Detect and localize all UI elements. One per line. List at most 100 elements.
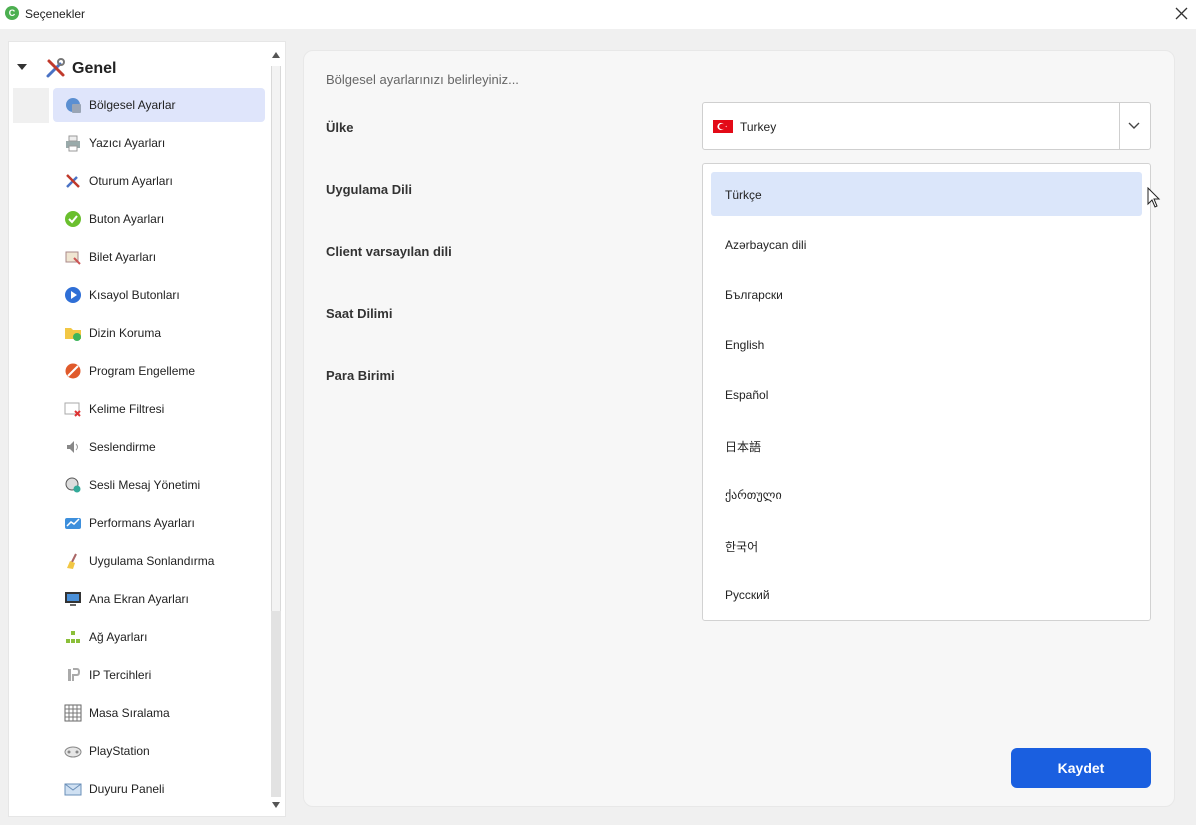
folder-shield-icon [65,328,81,341]
sidebar-item-kısayol-butonları[interactable]: Kısayol Butonları [53,278,265,312]
language-option-label: 日本語 [725,440,762,454]
sidebar-item-buton-ayarları[interactable]: Buton Ayarları [53,202,265,236]
language-option[interactable]: Azərbaycan dili [711,222,1142,266]
sidebar-item-masa-sıralama[interactable]: Masa Sıralama [53,696,265,730]
sidebar-item-label: Kısayol Butonları [89,288,180,302]
currency-label: Para Birimi [326,368,395,383]
envelope-icon [64,783,82,796]
language-option[interactable]: Български [711,272,1142,316]
sidebar-item-label: Ağ Ayarları [89,630,148,644]
network-icon [66,631,80,643]
mouse-pointer-icon [1147,187,1161,208]
sidebar-item-label: IP Tercihleri [89,668,152,682]
sidebar-item-uygulama-sonlandırma[interactable]: Uygulama Sonlandırma [53,544,265,578]
language-option-label: English [725,338,765,352]
tools-icon [66,174,80,188]
sidebar-item-playstation[interactable]: PlayStation [53,734,265,768]
sidebar-item-duyuru-paneli[interactable]: Duyuru Paneli [53,772,265,806]
tree-root-genel[interactable]: Genel [9,52,269,84]
app-language-label: Uygulama Dili [326,182,412,197]
sidebar-item-bölgesel-ayarlar[interactable]: Bölgesel Ayarlar [53,88,265,122]
printer-icon [66,135,80,152]
play-icon [65,287,81,303]
sidebar-item-label: Kelime Filtresi [89,402,165,416]
sidebar-item-label: Ana Ekran Ayarları [89,592,189,606]
language-dropdown-list: Türkçe Azərbaycan dili Български English Esp… [702,163,1151,621]
sidebar-item-ağ-ayarları[interactable]: Ağ Ayarları [53,620,265,654]
chevron-down-icon[interactable] [1127,120,1141,132]
language-option-label: Español [725,388,769,402]
sidebar-item-label: Seslendirme [89,440,156,454]
save-button[interactable]: Kaydet [1011,748,1151,788]
sidebar-item-ana-ekran-ayarları[interactable]: Ana Ekran Ayarları [53,582,265,616]
sidebar-item-kelime-filtresi[interactable]: Kelime Filtresi [53,392,265,426]
scrollbar-track-lower[interactable] [271,611,281,797]
globe-settings-icon [66,98,81,113]
sidebar: Genel Bölgesel Ayarlar Yazıcı Ayarları Otu… [8,41,286,817]
turkey-flag-icon [713,120,733,133]
language-option-label: Български [725,288,783,302]
sidebar-item-label: Masa Sıralama [89,706,170,720]
language-option-label: 한국어 [725,540,759,554]
block-icon [65,363,81,379]
sidebar-scrollbar[interactable] [269,46,283,816]
title-bar: C Seçenekler [0,0,1196,29]
language-option-label: Türkçe [725,188,762,202]
sidebar-item-label: Bilet Ayarları [89,250,157,264]
timezone-label: Saat Dilimi [326,306,393,321]
tree-root-label: Genel [72,60,117,77]
sidebar-item-seslendirme[interactable]: Seslendirme [53,430,265,464]
panel-hint: Bölgesel ayarlarınızı belirleyiniz... [326,72,519,87]
sidebar-item-label: Duyuru Paneli [89,782,165,796]
close-button[interactable] [1170,3,1192,25]
language-option-label: ქართული [725,488,782,502]
speaker-icon [67,441,78,453]
sidebar-item-yazıcı-ayarları[interactable]: Yazıcı Ayarları [53,126,265,160]
sidebar-item-program-engelleme[interactable]: Program Engelleme [53,354,265,388]
sidebar-item-label: Bölgesel Ayarlar [89,98,176,112]
country-value: Turkey [740,120,777,134]
sidebar-item-label: Sesli Mesaj Yönetimi [89,478,201,492]
language-option[interactable]: Русский [711,572,1142,616]
sidebar-item-sesli-mesaj-yönetimi[interactable]: Sesli Mesaj Yönetimi [53,468,265,502]
headset-icon [65,477,81,493]
language-option[interactable]: ქართული [711,472,1142,516]
monitor-icon [65,592,81,606]
tools-icon [46,58,65,78]
language-option-label: Русский [725,588,770,602]
scroll-up-icon[interactable] [272,52,280,58]
close-icon [1175,7,1188,20]
country-select[interactable]: Turkey [702,102,1151,150]
sidebar-item-label: Oturum Ayarları [89,174,173,188]
sidebar-item-label: Uygulama Sonlandırma [89,554,215,568]
sidebar-item-label: Dizin Koruma [89,326,162,340]
performance-icon [65,518,81,529]
checkmark-icon [65,211,81,227]
sidebar-item-ip-tercihleri[interactable]: IP Tercihleri [53,658,265,692]
language-option[interactable]: English [711,322,1142,366]
language-option[interactable]: 한국어 [711,522,1142,566]
sidebar-item-label: Performans Ayarları [89,516,195,530]
sidebar-item-label: Buton Ayarları [89,212,165,226]
sidebar-item-label: PlayStation [89,744,150,758]
client-language-label: Client varsayılan dili [326,244,452,259]
language-option-label: Azərbaycan dili [725,238,807,252]
scrollbar-thumb[interactable] [271,66,281,611]
app-logo-icon: C [5,6,19,20]
sidebar-item-dizin-koruma[interactable]: Dizin Koruma [53,316,265,350]
sidebar-item-bilet-ayarları[interactable]: Bilet Ayarları [53,240,265,274]
language-option[interactable]: 日本語 [711,422,1142,466]
select-divider [1119,103,1120,149]
settings-panel: Bölgesel ayarlarınızı belirleyiniz... Ül… [303,50,1175,807]
ip-icon [68,668,81,681]
language-option[interactable]: Türkçe [711,172,1142,216]
selection-gutter [13,88,49,123]
chevron-down-icon[interactable] [17,64,27,70]
broom-icon [67,553,77,569]
language-option[interactable]: Español [711,372,1142,416]
sidebar-item-label: Program Engelleme [89,364,196,378]
sidebar-item-oturum-ayarları[interactable]: Oturum Ayarları [53,164,265,198]
scroll-down-icon[interactable] [272,802,280,808]
sidebar-item-performans-ayarları[interactable]: Performans Ayarları [53,506,265,540]
window-title: Seçenekler [25,7,86,21]
